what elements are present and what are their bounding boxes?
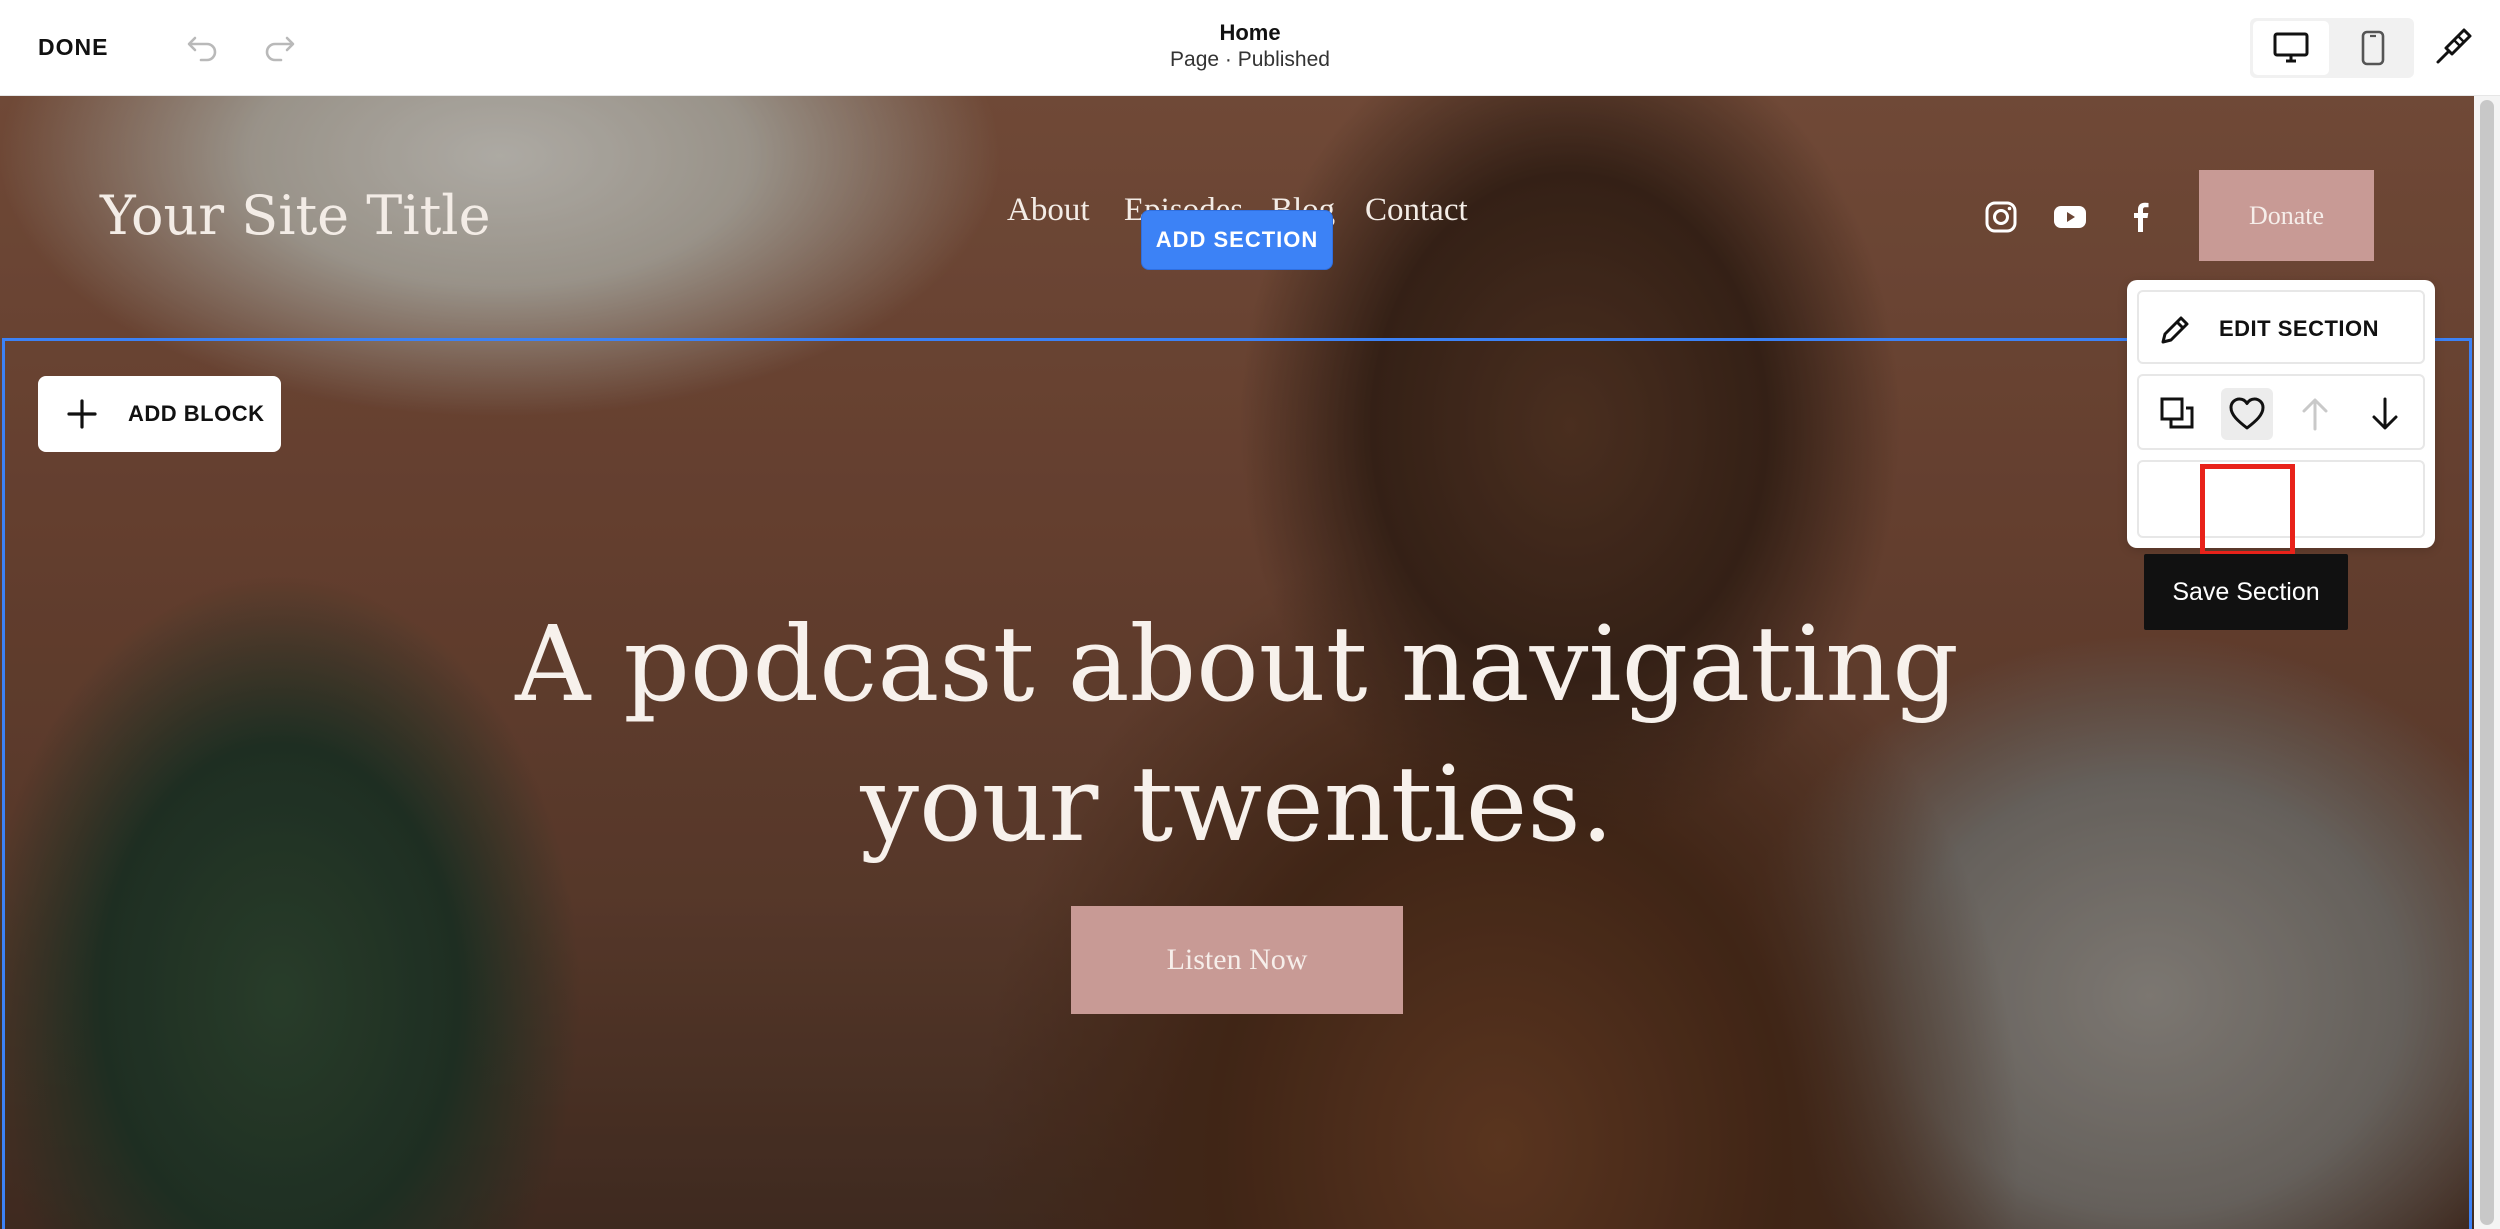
save-section-highlight: [2200, 464, 2295, 556]
scrollbar[interactable]: [2474, 96, 2500, 1229]
edit-section-label: EDIT SECTION: [2219, 316, 2380, 341]
youtube-icon[interactable]: [2053, 200, 2087, 234]
page-status: Page · Published: [1170, 48, 1330, 71]
desktop-icon: [2273, 32, 2309, 63]
pencil-icon: [2161, 316, 2189, 344]
mobile-icon: [2361, 30, 2385, 66]
nav-link-about[interactable]: About: [1007, 192, 1090, 229]
paintbrush-icon[interactable]: [2432, 26, 2474, 68]
hero-headline-line-2: your twenties.: [860, 743, 1614, 865]
arrow-up-icon[interactable]: [2289, 388, 2341, 440]
duplicate-icon[interactable]: [2151, 388, 2203, 440]
editor-toolbar: DONE Home Page · Published: [0, 0, 2500, 96]
edit-section-button[interactable]: EDIT SECTION: [2137, 290, 2425, 364]
hero-headline[interactable]: A podcast about navigating your twenties…: [0, 594, 2474, 874]
nav-link-contact[interactable]: Contact: [1365, 192, 1468, 229]
device-toggle: [2250, 18, 2414, 78]
scrollbar-thumb[interactable]: [2480, 100, 2494, 1225]
add-section-button[interactable]: ADD SECTION: [1141, 210, 1333, 270]
add-block-button[interactable]: ADD BLOCK: [38, 376, 281, 452]
page-title: Home: [1219, 20, 1281, 45]
instagram-icon[interactable]: [1984, 200, 2018, 234]
donate-button[interactable]: Donate: [2199, 170, 2374, 261]
add-block-label: ADD BLOCK: [128, 401, 265, 426]
desktop-view-button[interactable]: [2253, 21, 2329, 75]
hero-headline-line-1: A podcast about navigating: [515, 603, 1959, 725]
listen-now-button[interactable]: Listen Now: [1071, 906, 1403, 1014]
heart-icon[interactable]: [2221, 388, 2273, 440]
mobile-view-button[interactable]: [2335, 21, 2411, 75]
section-action-row: [2137, 374, 2425, 450]
site-title[interactable]: Your Site Title: [100, 184, 491, 247]
plus-icon: [67, 399, 97, 429]
save-section-tooltip: Save Section: [2144, 554, 2348, 630]
arrow-down-icon[interactable]: [2359, 388, 2411, 440]
facebook-icon[interactable]: [2124, 200, 2158, 234]
